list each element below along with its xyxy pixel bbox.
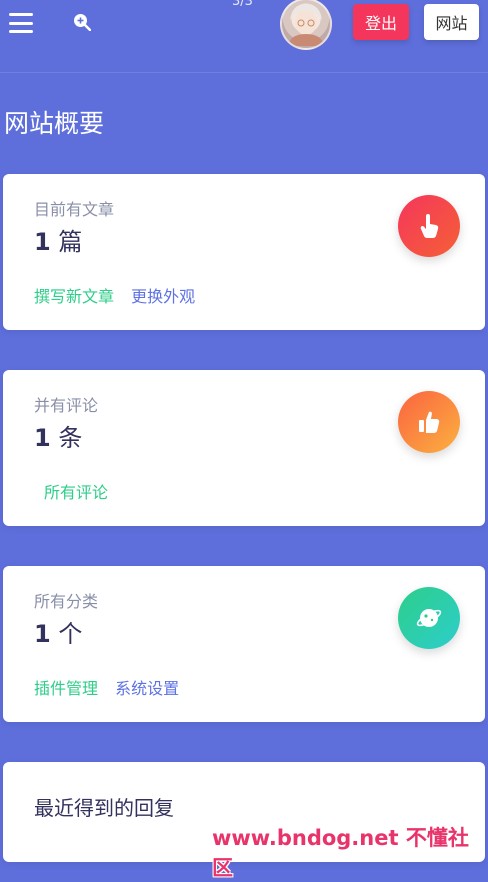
all-comments-link[interactable]: 所有评论	[44, 483, 108, 502]
page-counter: 3/3	[232, 0, 253, 9]
thumbs-up-icon	[419, 411, 440, 433]
logout-button[interactable]: 登出	[353, 4, 409, 40]
top-navbar: 3/3 登出 网站	[0, 0, 488, 73]
categories-links: 插件管理 系统设置	[34, 675, 179, 699]
change-theme-link[interactable]: 更换外观	[131, 287, 195, 306]
recent-replies-title: 最近得到的回复	[34, 796, 174, 820]
categories-count-number: 1	[34, 620, 51, 648]
categories-count-unit: 个	[58, 620, 83, 648]
menu-icon[interactable]	[9, 13, 33, 33]
comments-count: 1 条	[34, 418, 82, 453]
pointer-hand-icon	[420, 214, 439, 238]
zoom-in-icon[interactable]	[73, 13, 91, 31]
categories-card: 所有分类 1 个 插件管理 系统设置	[3, 566, 485, 722]
site-button[interactable]: 网站	[424, 4, 479, 40]
avatar[interactable]	[280, 0, 332, 50]
articles-count-unit: 篇	[58, 228, 83, 256]
categories-icon-circle	[398, 587, 460, 649]
comments-count-number: 1	[34, 424, 51, 452]
page-title: 网站概要	[4, 109, 105, 138]
comments-links: 所有评论	[44, 479, 108, 503]
articles-count: 1 篇	[34, 222, 82, 257]
articles-label: 目前有文章	[34, 200, 115, 219]
planet-icon	[416, 609, 442, 627]
system-settings-link[interactable]: 系统设置	[115, 679, 179, 698]
watermark: www.bndog.net 不懂社区	[212, 826, 469, 880]
articles-links: 撰写新文章 更换外观	[34, 283, 195, 307]
comments-icon-circle	[398, 391, 460, 453]
articles-icon-circle	[398, 195, 460, 257]
comments-count-unit: 条	[58, 424, 83, 452]
categories-count: 1 个	[34, 614, 82, 649]
articles-card: 目前有文章 1 篇 撰写新文章 更换外观	[3, 174, 485, 330]
comments-card: 并有评论 1 条 所有评论	[3, 370, 485, 526]
categories-label: 所有分类	[34, 592, 99, 611]
comments-label: 并有评论	[34, 396, 99, 415]
articles-count-number: 1	[34, 228, 51, 256]
avatar-image	[288, 4, 324, 46]
write-article-link[interactable]: 撰写新文章	[34, 287, 114, 306]
plugin-management-link[interactable]: 插件管理	[34, 679, 98, 698]
